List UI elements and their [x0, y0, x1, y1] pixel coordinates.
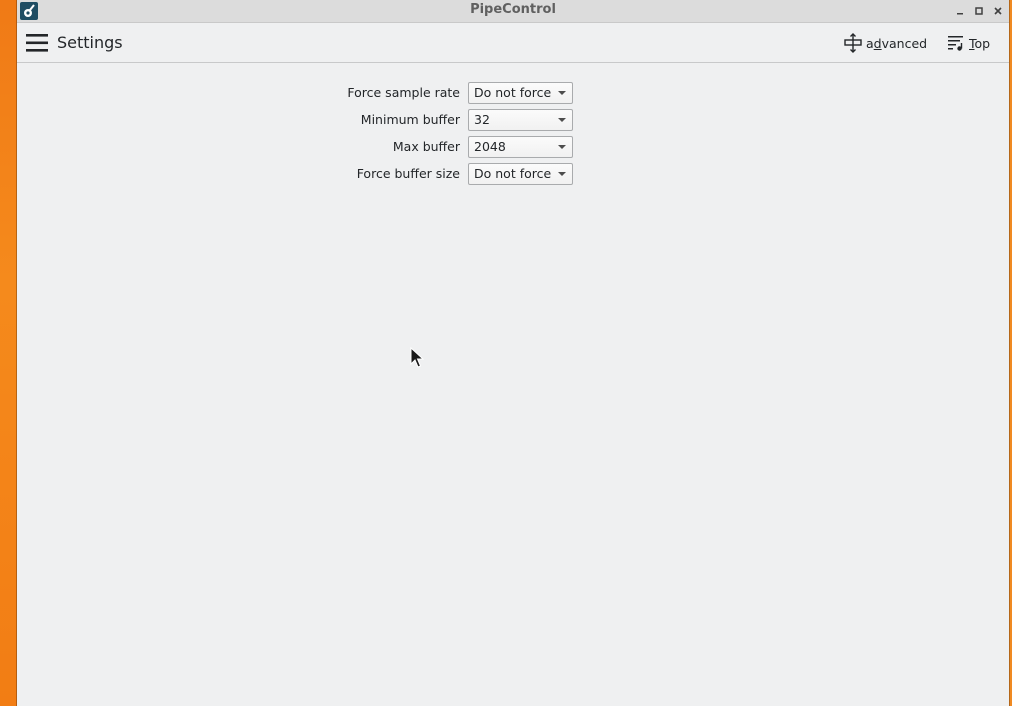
chevron-down-icon: [558, 118, 566, 122]
chevron-down-icon: [558, 145, 566, 149]
page-title: Settings: [57, 33, 123, 52]
setting-row-force-sample-rate: Force sample rate Do not force: [17, 82, 1009, 104]
force-buffer-size-label: Force buffer size: [356, 166, 460, 181]
top-label: Top: [969, 35, 991, 51]
setting-row-force-buffer-size: Force buffer size Do not force: [17, 163, 1009, 185]
combo-value: Do not force: [474, 166, 552, 181]
window-title: PipeControl: [470, 2, 556, 17]
force-buffer-size-select[interactable]: Do not force: [468, 163, 573, 185]
minimize-icon[interactable]: [952, 3, 968, 19]
top-button[interactable]: Top: [946, 32, 990, 54]
minimum-buffer-label: Minimum buffer: [360, 112, 460, 127]
max-buffer-label: Max buffer: [392, 139, 460, 154]
hamburger-menu-icon[interactable]: [25, 32, 49, 54]
chevron-down-icon: [558, 91, 566, 95]
chevron-down-icon: [558, 172, 566, 176]
combo-value: Do not force: [474, 85, 552, 100]
combo-value: 32: [474, 112, 490, 127]
close-icon[interactable]: [990, 3, 1006, 19]
maximize-icon[interactable]: [971, 3, 987, 19]
advanced-button[interactable]: advanced: [843, 32, 927, 54]
max-buffer-select[interactable]: 2048: [468, 136, 573, 158]
advanced-move-icon: [843, 33, 863, 53]
advanced-label: advanced: [866, 35, 928, 51]
setting-row-max-buffer: Max buffer 2048: [17, 136, 1009, 158]
title-bar[interactable]: PipeControl: [17, 0, 1009, 23]
top-list-icon: [946, 33, 966, 53]
toolbar: Settings advanced Top: [17, 23, 1009, 63]
setting-row-minimum-buffer: Minimum buffer 32: [17, 109, 1009, 131]
force-sample-rate-select[interactable]: Do not force: [468, 82, 573, 104]
minimum-buffer-select[interactable]: 32: [468, 109, 573, 131]
combo-value: 2048: [474, 139, 506, 154]
force-sample-rate-label: Force sample rate: [347, 85, 460, 100]
mouse-cursor-icon: [410, 346, 425, 373]
app-window: PipeControl Settings advanced Top Force …: [17, 0, 1009, 706]
